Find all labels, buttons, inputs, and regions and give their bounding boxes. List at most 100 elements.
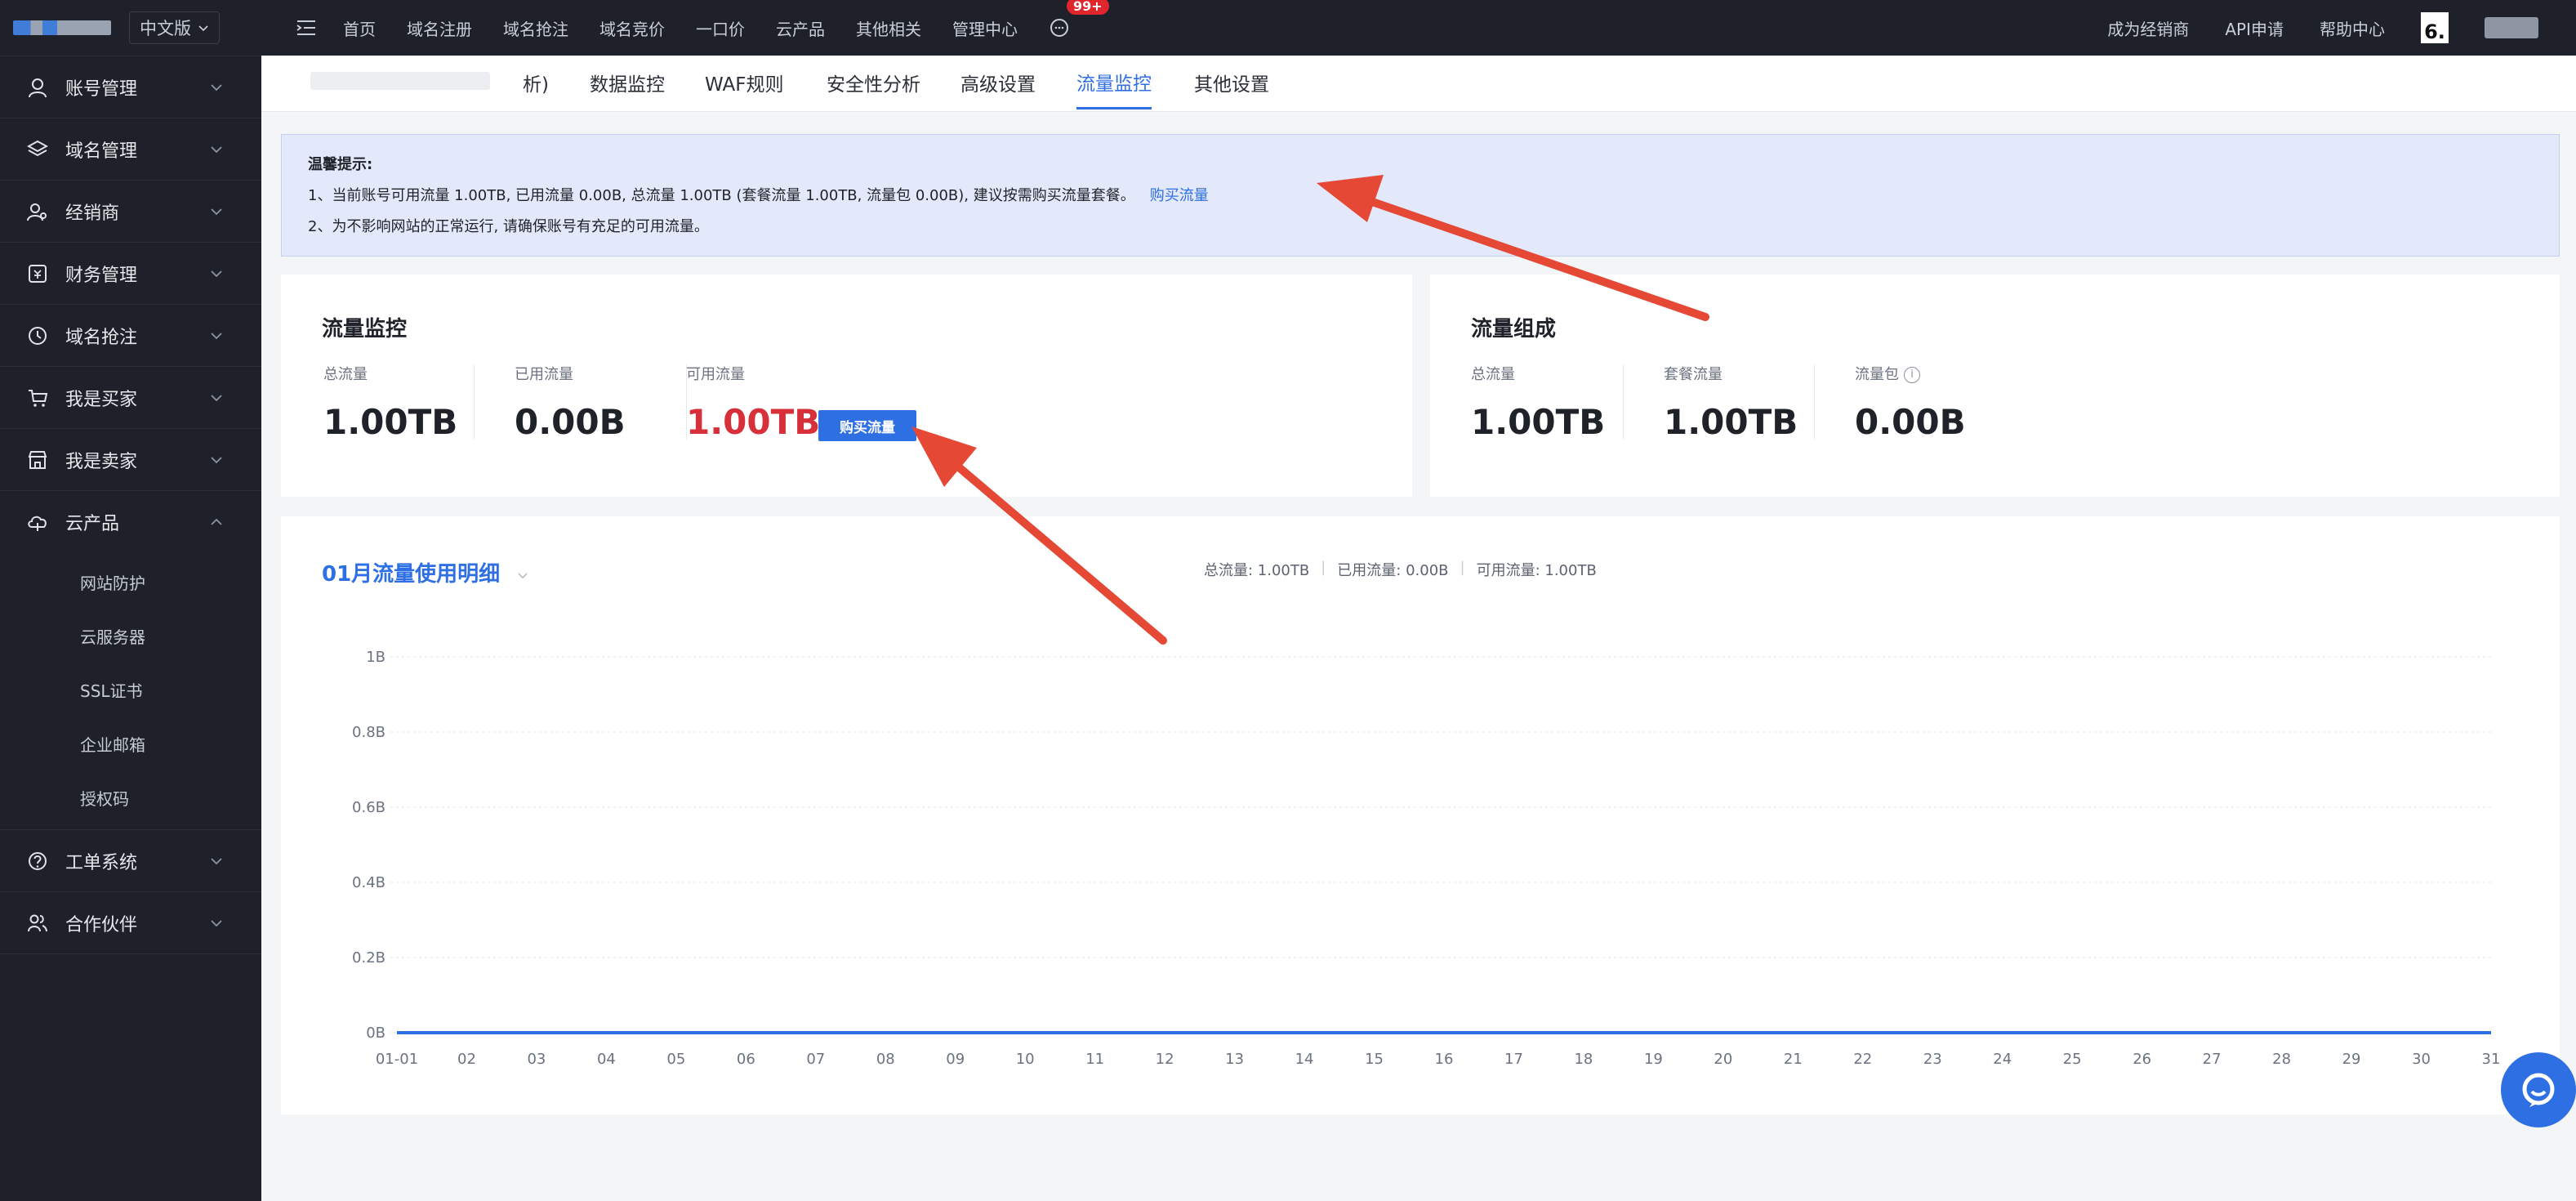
nav-home[interactable]: 首页	[343, 16, 376, 40]
notice-buy-traffic-link[interactable]: 购买流量	[1150, 187, 1209, 204]
x-tick-label: 18	[1574, 1051, 1593, 1068]
chevron-down-icon	[211, 270, 222, 277]
sidebar-item-partner[interactable]: 合作伙伴	[0, 892, 261, 954]
x-tick-label: 26	[2133, 1051, 2151, 1068]
card-title: 流量监控	[322, 317, 408, 342]
sidebar-item-reseller[interactable]: 经销商	[0, 181, 261, 243]
finance-icon	[26, 262, 49, 285]
nav-domain-register[interactable]: 域名注册	[407, 16, 472, 40]
traffic-chart-card: 01月流量使用明细 总流量: 1.00TB | 已用流量: 0.00B | 可用…	[281, 516, 2560, 1114]
top-right-links: 成为经销商 API申请 帮助中心 6.	[2107, 12, 2576, 43]
tab-advanced-settings[interactable]: 高级设置	[960, 56, 1036, 109]
x-tick-label: 16	[1435, 1051, 1454, 1068]
language-switch[interactable]: 中文版	[129, 11, 220, 44]
info-icon[interactable]: i	[1904, 367, 1920, 383]
sidebar-item-ticket[interactable]: 工单系统	[0, 830, 261, 892]
chevron-down-icon	[211, 394, 222, 401]
tab-other-settings[interactable]: 其他设置	[1194, 56, 1269, 109]
x-tick-label: 12	[1156, 1051, 1174, 1068]
sidebar-item-seller[interactable]: 我是卖家	[0, 429, 261, 491]
tab-waf-rules[interactable]: WAF规则	[705, 56, 783, 109]
notice-line-1-text: 1、当前账号可用流量 1.00TB, 已用流量 0.00B, 总流量 1.00T…	[308, 187, 1135, 204]
logo[interactable]	[13, 20, 111, 35]
submenu-item-authcode[interactable]: 授权码	[0, 770, 261, 824]
submenu-item-web-protect[interactable]: 网站防护	[0, 555, 261, 609]
store-icon	[26, 449, 49, 471]
tab-analysis[interactable]: 析)	[523, 56, 549, 109]
stat-label: 总流量	[1471, 366, 1515, 383]
chevron-up-icon	[211, 518, 222, 525]
stat-label-text: 流量包	[1855, 366, 1899, 383]
tab-data-monitor[interactable]: 数据监控	[590, 56, 665, 109]
divider	[1814, 364, 1815, 440]
notice-banner: 温馨提示: 1、当前账号可用流量 1.00TB, 已用流量 0.00B, 总流量…	[281, 134, 2560, 257]
stat-label: 总流量	[323, 366, 368, 383]
sidebar-item-cloud[interactable]: 云产品	[0, 491, 261, 553]
link-help-center[interactable]: 帮助中心	[2320, 16, 2385, 40]
stat-label: 流量包 i	[1855, 363, 1966, 384]
nav-fixed-price[interactable]: 一口价	[696, 16, 745, 40]
buy-traffic-button[interactable]: 购买流量	[818, 410, 916, 441]
users-icon	[26, 200, 49, 223]
sidebar-item-account[interactable]: 账号管理	[0, 56, 261, 118]
sidebar-item-label: 账号管理	[65, 78, 138, 100]
stat-label: 已用流量	[515, 366, 573, 383]
x-tick-label: 30	[2412, 1051, 2431, 1068]
nav-other[interactable]: 其他相关	[856, 16, 921, 40]
tab-security-analysis[interactable]: 安全性分析	[827, 56, 920, 109]
x-tick-label: 28	[2272, 1051, 2291, 1068]
sidebar-item-label: 域名抢注	[65, 327, 138, 348]
submenu-item-ssl[interactable]: SSL证书	[0, 663, 261, 717]
message-button[interactable]: 99+	[1049, 0, 1109, 38]
sidebar-item-label: 工单系统	[65, 852, 138, 873]
divider	[474, 364, 475, 440]
x-tick-label: 21	[1784, 1051, 1803, 1068]
menu-fold-icon[interactable]	[296, 19, 317, 37]
nav-domain-snapback[interactable]: 域名抢注	[503, 16, 568, 40]
x-tick-label: 07	[806, 1051, 825, 1068]
sidebar-item-finance[interactable]: 财务管理	[0, 243, 261, 305]
language-label: 中文版	[140, 19, 191, 38]
submenu-item-email[interactable]: 企业邮箱	[0, 717, 261, 770]
logo-row: 中文版	[0, 0, 261, 56]
chat-bubble-icon	[2522, 1073, 2555, 1107]
link-become-reseller[interactable]: 成为经销商	[2107, 16, 2189, 40]
chevron-down-icon	[211, 145, 222, 153]
x-tick-label: 01-01	[376, 1051, 418, 1068]
y-tick-label: 0.4B	[352, 874, 386, 891]
sidebar-item-label: 云产品	[65, 514, 120, 534]
message-count-badge: 99+	[1067, 0, 1109, 15]
question-icon	[26, 850, 49, 873]
avatar[interactable]: 6.	[2421, 12, 2449, 43]
x-tick-label: 24	[1993, 1051, 2012, 1068]
nav-cloud-products[interactable]: 云产品	[776, 16, 825, 40]
x-tick-label: 17	[1504, 1051, 1523, 1068]
x-tick-label: 06	[737, 1051, 755, 1068]
chevron-down-icon	[211, 857, 222, 864]
sidebar-item-label: 我是买家	[65, 389, 138, 410]
stat-total: 总流量 1.00TB	[1471, 363, 1605, 442]
x-tick-label: 08	[876, 1051, 895, 1068]
stat-value: 1.00TB	[323, 402, 458, 442]
stat-pack: 流量包 i 0.00B	[1855, 363, 1966, 442]
sidebar-item-label: 财务管理	[65, 265, 138, 286]
chevron-down-icon	[211, 919, 222, 926]
sidebar-item-label: 合作伙伴	[65, 914, 138, 935]
stat-plan: 套餐流量 1.00TB	[1664, 363, 1798, 442]
chevron-down-icon	[211, 456, 222, 463]
link-api-apply[interactable]: API申请	[2225, 16, 2284, 40]
tab-traffic-monitor[interactable]: 流量监控	[1076, 56, 1152, 109]
cloud-icon	[26, 511, 49, 534]
sidebar-item-buyer[interactable]: 我是买家	[0, 367, 261, 429]
sidebar-item-domain[interactable]: 域名管理	[0, 118, 261, 181]
x-tick-label: 19	[1644, 1051, 1663, 1068]
sidebar-item-label: 我是卖家	[65, 451, 138, 472]
username[interactable]	[2485, 17, 2538, 38]
nav-domain-auction[interactable]: 域名竞价	[599, 16, 665, 40]
support-chat-button[interactable]	[2501, 1052, 2576, 1127]
nav-management-center[interactable]: 管理中心	[952, 16, 1018, 40]
submenu-item-cloud-server[interactable]: 云服务器	[0, 609, 261, 663]
x-tick-label: 13	[1225, 1051, 1244, 1068]
notice-line-1: 1、当前账号可用流量 1.00TB, 已用流量 0.00B, 总流量 1.00T…	[308, 181, 2533, 212]
sidebar-item-snapback[interactable]: 域名抢注	[0, 305, 261, 367]
